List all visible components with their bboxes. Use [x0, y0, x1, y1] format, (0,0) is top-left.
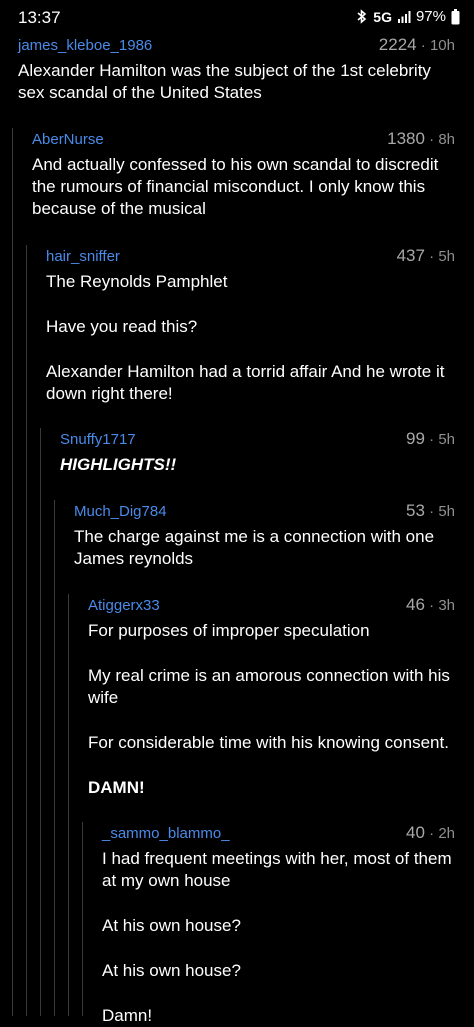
comment: james_kleboe_1986 2224 · 10h Alexander H… — [18, 34, 474, 104]
comment-username[interactable]: Snuffy1717 — [60, 431, 136, 448]
thread-line[interactable] — [68, 594, 69, 1016]
comment-age: 10h — [429, 37, 455, 54]
comment-age: 8h — [438, 131, 455, 148]
comment-score: 53 — [406, 501, 425, 520]
comment-score: 46 — [406, 595, 425, 614]
comment-username[interactable]: _sammo_blammo_ — [102, 825, 230, 842]
comment-body: And actually confessed to his own scanda… — [32, 155, 439, 218]
comment-meta: 437 · 5h — [396, 246, 455, 265]
comment-body: The Reynolds Pamphlet Have you read this… — [46, 272, 445, 403]
comment: AberNurse 1380 · 8h And actually confess… — [12, 128, 474, 1016]
comment-username[interactable]: Much_Dig784 — [74, 503, 167, 520]
comment-age: 2h — [438, 825, 455, 842]
comment-body: The charge against me is a connection wi… — [74, 527, 435, 568]
comment: Snuffy1717 99 · 5h HIGHLIGHTS!! — [40, 428, 474, 1016]
comment-score: 437 — [396, 246, 425, 265]
thread-line[interactable] — [54, 500, 55, 1016]
comment: Atiggerx33 46 · 3h For purposes of impro… — [68, 594, 474, 1016]
signal-icon — [397, 10, 411, 23]
comment-age: 5h — [438, 431, 455, 448]
thread-line[interactable] — [26, 245, 27, 1016]
comment-meta: 53 · 5h — [406, 501, 455, 520]
battery-icon — [451, 8, 460, 25]
comment-score: 99 — [406, 429, 425, 448]
thread-line[interactable] — [82, 822, 83, 1016]
comment-username[interactable]: Atiggerx33 — [88, 597, 160, 614]
comment-body: For purposes of improper speculation My … — [88, 621, 450, 797]
comment-meta: 40 · 2h — [406, 823, 455, 842]
comment-meta: 2224 · 10h — [378, 35, 455, 54]
comment-age: 5h — [438, 503, 455, 520]
status-icons: 5G 97% — [356, 8, 460, 25]
comment-meta: 46 · 3h — [406, 595, 455, 614]
comment-username[interactable]: james_kleboe_1986 — [18, 37, 152, 54]
thread-line[interactable] — [12, 128, 13, 1016]
comment-age: 5h — [438, 248, 455, 265]
comment-body: I had frequent meetings with her, most o… — [102, 849, 452, 1025]
comment-body: Alexander Hamilton was the subject of th… — [18, 61, 431, 102]
comment-meta: 99 · 5h — [406, 429, 455, 448]
battery-percent: 97% — [415, 8, 446, 25]
comment: Much_Dig784 53 · 5h The charge against m… — [54, 500, 474, 1016]
comment-username[interactable]: hair_sniffer — [46, 248, 120, 265]
comment-username[interactable]: AberNurse — [32, 131, 104, 148]
network-label: 5G — [373, 8, 392, 25]
comment-score: 40 — [406, 823, 425, 842]
comment-meta: 1380 · 8h — [387, 129, 455, 148]
comment-age: 3h — [438, 597, 455, 614]
comment-score: 1380 — [387, 129, 425, 148]
comment-body: HIGHLIGHTS!! — [60, 455, 177, 474]
status-time: 13:37 — [18, 8, 61, 27]
thread-line[interactable] — [40, 428, 41, 1016]
comment-score: 2224 — [378, 35, 417, 54]
bluetooth-icon — [356, 9, 368, 24]
comment: _sammo_blammo_ 40 · 2h I had frequent me… — [82, 822, 474, 1027]
comment: hair_sniffer 437 · 5h The Reynolds Pamph… — [26, 245, 474, 1016]
status-bar: 13:37 5G 97% — [0, 0, 474, 34]
